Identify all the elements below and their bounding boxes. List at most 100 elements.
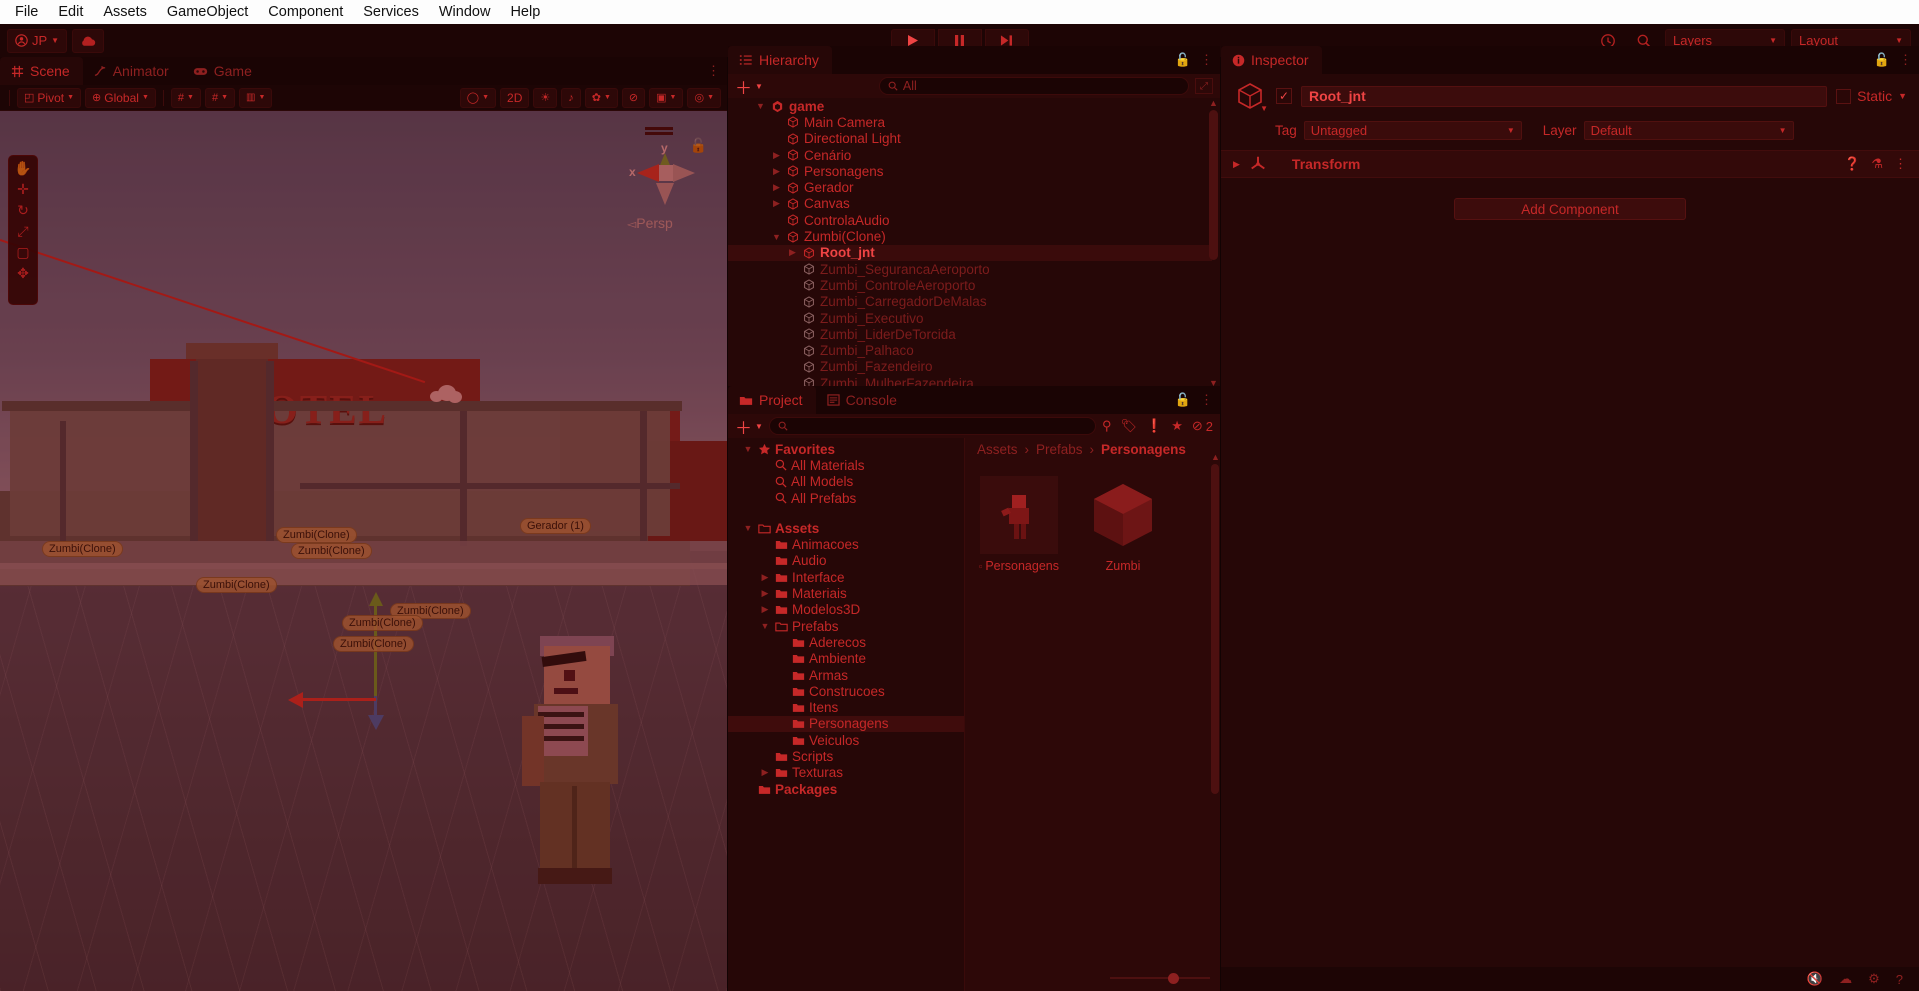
scrollbar-thumb[interactable] — [1209, 110, 1218, 260]
project-folder-modelos3d[interactable]: ▶ Modelos3D — [728, 602, 964, 618]
project-error-badge[interactable]: ⊘ 2 — [1192, 418, 1213, 434]
project-folder-armas[interactable]: Armas — [728, 667, 964, 683]
kebab-icon[interactable]: ⋮ — [1899, 52, 1912, 68]
project-folder-all-prefabs[interactable]: All Prefabs — [728, 490, 964, 506]
cloud-button[interactable] — [72, 28, 105, 53]
chevron-right-icon[interactable]: ▶ — [771, 166, 782, 177]
object-name-field[interactable]: Root_jnt — [1301, 85, 1828, 107]
static-checkbox[interactable] — [1836, 88, 1852, 104]
chevron-right-icon[interactable]: ▶ — [759, 572, 771, 583]
hierarchy-item-zumbi-clone-[interactable]: ▼ Zumbi(Clone) — [728, 228, 1212, 244]
project-folder-veiculos[interactable]: Veiculos — [728, 732, 964, 748]
hierarchy-add-button[interactable]: ＋ ▼ — [735, 74, 763, 99]
scroll-up-icon[interactable]: ▲ — [1211, 452, 1220, 462]
hierarchy-scrollbar[interactable]: ▲ ▼ — [1209, 98, 1218, 388]
hierarchy-item-zumbi-controleaeroporto[interactable]: Zumbi_ControleAeroporto — [728, 277, 1212, 293]
kebab-icon[interactable]: ⋮ — [707, 63, 720, 79]
chevron-down-icon[interactable]: ▼ — [1898, 91, 1907, 101]
project-folder-animacoes[interactable]: Animacoes — [728, 536, 964, 552]
tab-project[interactable]: Project — [728, 386, 816, 414]
project-folder-construcoes[interactable]: Construcoes — [728, 683, 964, 699]
project-search-input[interactable] — [768, 417, 1096, 435]
breadcrumb-assets[interactable]: Assets — [977, 442, 1018, 457]
project-folder-all-models[interactable]: All Models — [728, 474, 964, 490]
chevron-right-icon[interactable]: ▶ — [759, 588, 771, 599]
chevron-down-icon[interactable]: ▼ — [742, 523, 754, 533]
menu-item-window[interactable]: Window — [430, 1, 500, 23]
project-folder-itens[interactable]: Itens — [728, 699, 964, 715]
project-folder-aderecos[interactable]: Aderecos — [728, 634, 964, 650]
hidden-objects-button[interactable]: ⊘ — [621, 87, 646, 108]
project-folder-texturas[interactable]: ▶ Texturas — [728, 765, 964, 781]
grid-snap-button[interactable]: # ▼ — [170, 87, 201, 108]
menu-item-file[interactable]: File — [6, 1, 47, 23]
component-header-transform[interactable]: ▶ Transform ❓ ⚗ ⋮ — [1221, 150, 1919, 178]
hierarchy-item-main-camera[interactable]: Main Camera — [728, 114, 1212, 130]
tab-inspector[interactable]: Inspector — [1221, 46, 1322, 74]
chevron-down-icon[interactable]: ▼ — [1260, 104, 1268, 113]
project-folder-packages[interactable]: Packages — [728, 781, 964, 797]
breadcrumb-prefabs[interactable]: Prefabs — [1036, 442, 1083, 457]
pivot-toggle[interactable]: ◰ Pivot ▼ — [17, 87, 82, 108]
gizmos-button[interactable]: ◎ ▼ — [687, 87, 721, 108]
tag-dropdown[interactable]: Untagged ▼ — [1303, 120, 1522, 140]
hierarchy-item-zumbi-segurancaaeroporto[interactable]: Zumbi_SegurancaAeroporto — [728, 261, 1212, 277]
hierarchy-item-controlaaudio[interactable]: ControlaAudio — [728, 212, 1212, 228]
asset-zoom-slider[interactable] — [1110, 972, 1210, 984]
project-folder-tree[interactable]: ▼ Favorites All Materials All Models All Pre… — [728, 438, 965, 991]
asset-item-personagens[interactable]: Personagens — [979, 476, 1059, 573]
menu-item-services[interactable]: Services — [354, 1, 428, 23]
menu-item-gameobject[interactable]: GameObject — [158, 1, 257, 23]
snap-increment-button[interactable]: # ▼ — [204, 87, 235, 108]
slider-knob[interactable] — [1168, 972, 1179, 984]
tab-scene[interactable]: Scene — [0, 57, 83, 85]
chevron-right-icon[interactable]: ▶ — [1233, 159, 1240, 170]
hierarchy-item-zumbi-carregadordemalas[interactable]: Zumbi_CarregadorDeMalas — [728, 294, 1212, 310]
audio-levels-button[interactable]: ▥ ▼ — [239, 87, 273, 108]
chevron-right-icon[interactable]: ▶ — [771, 182, 782, 193]
project-add-button[interactable]: ＋ ▼ — [735, 414, 763, 439]
hierarchy-item-zumbi-executivo[interactable]: Zumbi_Executivo — [728, 310, 1212, 326]
object-type-icon[interactable]: ▼ — [1233, 79, 1268, 113]
tab-animator[interactable]: Animator — [83, 57, 182, 85]
help-icon[interactable]: ❓ — [1844, 156, 1860, 172]
scene-fx-button[interactable]: ✿ ▼ — [584, 87, 618, 108]
asset-item-zumbi[interactable]: Zumbi — [1083, 476, 1163, 573]
unlock-icon[interactable]: 🔓 — [1175, 392, 1191, 408]
save-search-icon[interactable]: ⚲ — [1102, 418, 1112, 434]
menu-item-assets[interactable]: Assets — [94, 1, 156, 23]
chevron-right-icon[interactable]: ▶ — [787, 247, 798, 258]
chevron-down-icon[interactable]: ▼ — [742, 444, 754, 454]
project-asset-browser[interactable]: Assets › Prefabs › Personagens Personage… — [965, 438, 1220, 991]
scrollbar-thumb[interactable] — [1211, 464, 1219, 794]
add-component-button[interactable]: Add Component — [1454, 198, 1686, 220]
layer-dropdown[interactable]: Default ▼ — [1583, 120, 1794, 140]
tab-hierarchy[interactable]: Hierarchy — [728, 46, 832, 74]
hierarchy-item-personagens[interactable]: ▶ Personagens — [728, 163, 1212, 179]
project-scrollbar[interactable]: ▲ — [1211, 452, 1220, 964]
label-filter-icon[interactable]: 🏷 — [1121, 418, 1138, 434]
project-folder-assets[interactable]: ▼ Assets — [728, 520, 964, 536]
kebab-icon[interactable]: ⋮ — [1200, 392, 1213, 408]
hierarchy-item-zumbi-fazendeiro[interactable]: Zumbi_Fazendeiro — [728, 359, 1212, 375]
menu-item-component[interactable]: Component — [259, 1, 352, 23]
hierarchy-item-zumbi-mulherfazendeira[interactable]: Zumbi_MulherFazendeira — [728, 375, 1212, 386]
menu-item-edit[interactable]: Edit — [49, 1, 92, 23]
project-folder-favorites[interactable]: ▼ Favorites — [728, 441, 964, 457]
favorite-icon[interactable]: ★ — [1171, 418, 1183, 434]
global-toggle[interactable]: ⊕ Global ▼ — [85, 87, 156, 108]
breadcrumb-personagens[interactable]: Personagens — [1101, 442, 1186, 457]
object-enabled-checkbox[interactable]: ✓ — [1276, 88, 1292, 104]
chevron-right-icon[interactable]: ▶ — [759, 604, 771, 615]
hierarchy-item-canvas[interactable]: ▶ Canvas — [728, 196, 1212, 212]
project-folder-materiais[interactable]: ▶ Materiais — [728, 585, 964, 601]
project-folder-all-materials[interactable]: All Materials — [728, 457, 964, 473]
project-folder-audio[interactable]: Audio — [728, 553, 964, 569]
project-folder-ambiente[interactable]: Ambiente — [728, 651, 964, 667]
hierarchy-search-input[interactable]: All — [878, 77, 1189, 95]
scene-viewport[interactable]: OTEL — [0, 111, 727, 991]
chevron-down-icon[interactable]: ▼ — [755, 101, 766, 111]
preset-icon[interactable]: ⚗ — [1871, 156, 1883, 172]
scroll-up-icon[interactable]: ▲ — [1209, 98, 1218, 108]
chevron-right-icon[interactable]: ▶ — [771, 150, 782, 161]
